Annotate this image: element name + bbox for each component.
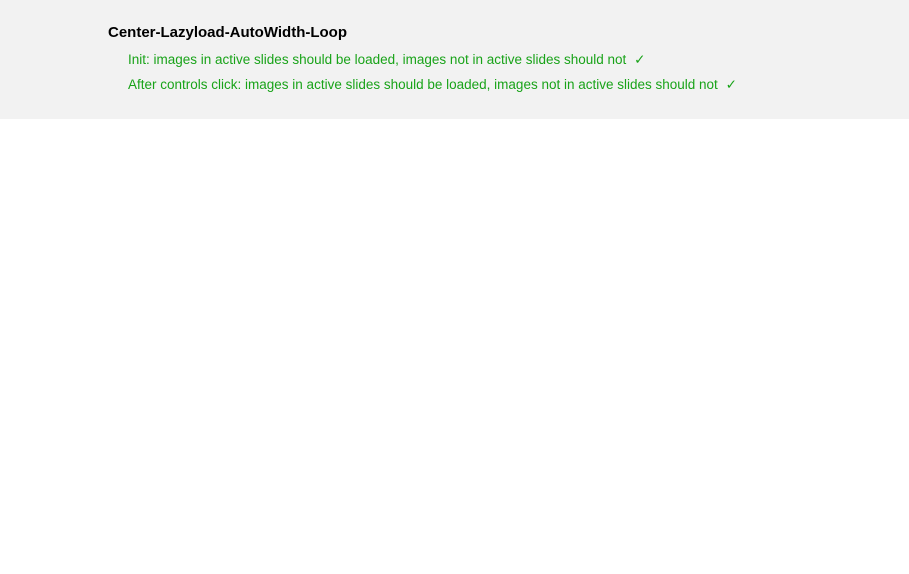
- test-result-panel: Center-Lazyload-AutoWidth-Loop Init: ima…: [0, 0, 909, 119]
- test-result-text: After controls click: images in active s…: [128, 77, 718, 92]
- panel-content: Center-Lazyload-AutoWidth-Loop Init: ima…: [108, 24, 909, 95]
- test-result-line: After controls click: images in active s…: [128, 76, 909, 95]
- test-result-line: Init: images in active slides should be …: [128, 51, 909, 70]
- test-list: Init: images in active slides should be …: [128, 51, 909, 95]
- checkmark-icon: ✓: [726, 77, 737, 92]
- test-suite-title: Center-Lazyload-AutoWidth-Loop: [108, 24, 909, 41]
- test-result-text: Init: images in active slides should be …: [128, 52, 626, 67]
- checkmark-icon: ✓: [634, 52, 645, 67]
